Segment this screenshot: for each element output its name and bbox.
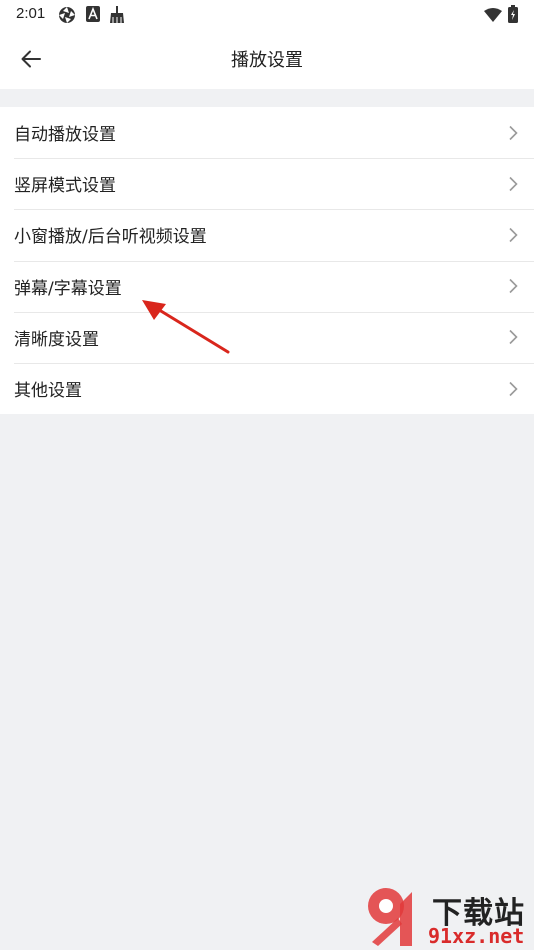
settings-item-mini-window[interactable]: 小窗播放/后台听视频设置 xyxy=(0,209,534,260)
settings-item-label: 清晰度设置 xyxy=(14,329,99,350)
settings-item-label: 弹幕/字幕设置 xyxy=(14,278,122,299)
wifi-icon xyxy=(484,7,502,26)
chevron-right-icon xyxy=(509,279,518,294)
settings-item-resolution[interactable]: 清晰度设置 xyxy=(0,311,534,363)
chevron-right-icon xyxy=(509,176,518,191)
chevron-right-icon xyxy=(509,330,518,345)
page-title: 播放设置 xyxy=(231,50,303,71)
chevron-right-icon xyxy=(509,125,518,140)
settings-item-autoplay[interactable]: 自动播放设置 xyxy=(0,107,534,158)
watermark-logo-icon xyxy=(368,888,412,946)
watermark-url: 91xz.net xyxy=(428,924,525,948)
battery-icon xyxy=(508,5,518,27)
settings-item-portrait-mode[interactable]: 竖屏模式设置 xyxy=(0,158,534,209)
annotation-arrow-icon xyxy=(142,300,230,354)
a-badge-icon xyxy=(86,6,100,26)
settings-item-danmaku-subtitle[interactable]: 弹幕/字幕设置 xyxy=(0,260,534,312)
settings-item-label: 竖屏模式设置 xyxy=(14,176,116,197)
broom-icon xyxy=(108,6,126,28)
status-bar: 2:01 xyxy=(0,0,534,30)
settings-list: 自动播放设置 竖屏模式设置 小窗播放/后台听视频设置 弹幕/字幕设置 清晰度设置… xyxy=(0,107,534,415)
app-bar: 播放设置 xyxy=(0,30,534,89)
settings-item-label: 其他设置 xyxy=(14,381,82,402)
aperture-icon xyxy=(58,6,76,28)
settings-item-other[interactable]: 其他设置 xyxy=(0,362,534,414)
settings-item-label: 自动播放设置 xyxy=(14,125,116,146)
watermark: 下载站 91xz.net xyxy=(360,884,534,950)
chevron-right-icon xyxy=(509,227,518,243)
status-time: 2:01 xyxy=(16,5,46,22)
settings-item-label: 小窗播放/后台听视频设置 xyxy=(14,227,207,248)
chevron-right-icon xyxy=(509,381,518,396)
